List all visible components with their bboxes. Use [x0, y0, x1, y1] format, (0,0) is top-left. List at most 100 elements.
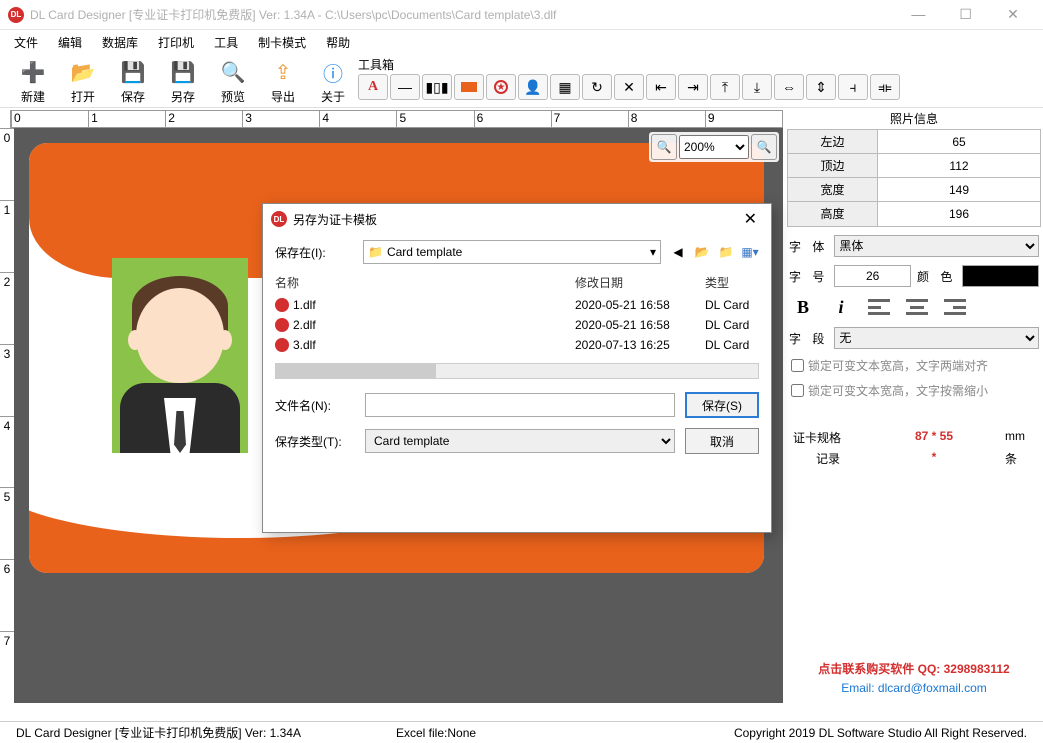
- lock-justify-checkbox[interactable]: 锁定可变文本宽高，文字两端对齐: [791, 357, 1037, 374]
- dialog-title: 另存为证卡模板: [293, 211, 377, 228]
- app-icon: DL: [8, 7, 24, 23]
- properties-panel: 照片信息 左边65 顶边112 宽度149 高度196 字 体黑体 字 号颜 色…: [785, 108, 1043, 703]
- rect-tool-button[interactable]: [454, 74, 484, 100]
- table-tool-button[interactable]: ▦: [550, 74, 580, 100]
- center-h-button[interactable]: ⇔: [774, 74, 804, 100]
- tool-open[interactable]: 📂打开: [58, 56, 108, 105]
- photo-tool-button[interactable]: 👤: [518, 74, 548, 100]
- menu-printer[interactable]: 打印机: [150, 32, 202, 53]
- info-grid: 左边65 顶边112 宽度149 高度196: [787, 129, 1041, 227]
- rotate-tool-button[interactable]: ↻: [582, 74, 612, 100]
- folder-icon: 📁: [368, 245, 383, 259]
- color-select[interactable]: [962, 265, 1039, 287]
- cancel-button[interactable]: 取消: [685, 428, 759, 454]
- savetype-select[interactable]: Card template: [365, 429, 675, 453]
- menu-cardmode[interactable]: 制卡模式: [250, 32, 314, 53]
- contact-qq[interactable]: 点击联系购买软件 QQ: 3298983112: [785, 660, 1043, 677]
- delete-tool-button[interactable]: ✕: [614, 74, 644, 100]
- plus-icon: ➕: [17, 56, 49, 88]
- distribute-h-button[interactable]: ⫞: [838, 74, 868, 100]
- new-folder-icon[interactable]: 📁: [717, 243, 735, 261]
- align-left-text-button[interactable]: [867, 295, 891, 319]
- save-icon: 💾: [117, 56, 149, 88]
- menu-database[interactable]: 数据库: [94, 32, 146, 53]
- height-value[interactable]: 196: [878, 202, 1040, 226]
- tool-export[interactable]: ⇪导出: [258, 56, 308, 105]
- dialog-titlebar[interactable]: DL 另存为证卡模板 ✕: [263, 204, 771, 234]
- close-button[interactable]: ✕: [991, 6, 1035, 23]
- file-row[interactable]: 3.dlf2020-07-13 16:25DL Card: [263, 335, 771, 355]
- zoom-out-button[interactable]: 🔍: [651, 134, 677, 160]
- menu-help[interactable]: 帮助: [318, 32, 358, 53]
- tool-saveas[interactable]: 💾另存: [158, 56, 208, 105]
- preview-icon: 🔍: [217, 56, 249, 88]
- card-spec-value: 87 * 55: [863, 429, 1005, 446]
- lock-shrink-checkbox[interactable]: 锁定可变文本宽高，文字按需缩小: [791, 382, 1037, 399]
- saveas-dialog: DL 另存为证卡模板 ✕ 保存在(I): 📁Card template▾ ◀ 📂…: [262, 203, 772, 533]
- ruler-vertical: 01234567: [0, 128, 14, 703]
- file-icon: [275, 298, 289, 312]
- zoom-controls: 🔍 200% 🔍: [649, 132, 779, 162]
- status-mid: Excel file:None: [386, 726, 724, 740]
- align-left-button[interactable]: ⇤: [646, 74, 676, 100]
- dialog-close-button[interactable]: ✕: [738, 209, 763, 229]
- font-select[interactable]: 黑体: [834, 235, 1039, 257]
- size-input[interactable]: [834, 265, 911, 287]
- circle-tool-button[interactable]: ★: [486, 74, 516, 100]
- file-row[interactable]: 1.dlf2020-05-21 16:58DL Card: [263, 295, 771, 315]
- back-icon[interactable]: ◀: [669, 243, 687, 261]
- tool-preview[interactable]: 🔍预览: [208, 56, 258, 105]
- statusbar: DL Card Designer [专业证卡打印机免费版] Ver: 1.34A…: [0, 721, 1043, 743]
- zoom-select[interactable]: 200%: [679, 135, 749, 159]
- save-button[interactable]: 保存(S): [685, 392, 759, 418]
- view-menu-icon[interactable]: ▦▾: [741, 243, 759, 261]
- align-center-text-button[interactable]: [905, 295, 929, 319]
- tool-new[interactable]: ➕新建: [8, 56, 58, 105]
- window-title: DL Card Designer [专业证卡打印机免费版] Ver: 1.34A…: [30, 6, 556, 23]
- line-tool-button[interactable]: —: [390, 74, 420, 100]
- photo-info-title: 照片信息: [787, 108, 1041, 129]
- distribute-v-button[interactable]: ⟚: [870, 74, 900, 100]
- file-list-header: 名称修改日期类型: [263, 270, 771, 295]
- left-value[interactable]: 65: [878, 130, 1040, 153]
- top-value[interactable]: 112: [878, 154, 1040, 177]
- contact-info: 点击联系购买软件 QQ: 3298983112 Email: dlcard@fo…: [785, 660, 1043, 695]
- width-value[interactable]: 149: [878, 178, 1040, 201]
- align-bottom-button[interactable]: ⤓: [742, 74, 772, 100]
- up-folder-icon[interactable]: 📂: [693, 243, 711, 261]
- menu-file[interactable]: 文件: [6, 32, 46, 53]
- tool-about[interactable]: ⓘ关于: [308, 56, 358, 105]
- photo-placeholder[interactable]: [112, 258, 248, 453]
- maximize-button[interactable]: ☐: [944, 6, 988, 23]
- barcode-tool-button[interactable]: ▮▯▮: [422, 74, 452, 100]
- draw-toolbar: A — ▮▯▮ ★ 👤 ▦ ↻ ✕ ⇤ ⇥ ⤒ ⤓ ⇔ ⇕ ⫞ ⟚: [358, 72, 900, 102]
- menu-edit[interactable]: 编辑: [50, 32, 90, 53]
- align-top-button[interactable]: ⤒: [710, 74, 740, 100]
- folder-open-icon: 📂: [67, 56, 99, 88]
- info-icon: ⓘ: [317, 56, 349, 88]
- dialog-icon: DL: [271, 211, 287, 227]
- contact-email[interactable]: Email: dlcard@foxmail.com: [785, 681, 1043, 695]
- titlebar: DL DL Card Designer [专业证卡打印机免费版] Ver: 1.…: [0, 0, 1043, 30]
- menu-tools[interactable]: 工具: [206, 32, 246, 53]
- minimize-button[interactable]: —: [896, 6, 940, 22]
- file-icon: [275, 318, 289, 332]
- status-right: Copyright 2019 DL Software Studio All Ri…: [724, 726, 1037, 740]
- file-list-scrollbar[interactable]: [275, 363, 759, 379]
- align-right-button[interactable]: ⇥: [678, 74, 708, 100]
- center-v-button[interactable]: ⇕: [806, 74, 836, 100]
- save-location-combo[interactable]: 📁Card template▾: [363, 240, 661, 264]
- italic-button[interactable]: i: [829, 295, 853, 319]
- text-tool-button[interactable]: A: [358, 74, 388, 100]
- window-controls: — ☐ ✕: [896, 6, 1035, 23]
- tool-save[interactable]: 💾保存: [108, 56, 158, 105]
- align-right-text-button[interactable]: [943, 295, 967, 319]
- toolbox-label: 工具箱: [358, 56, 394, 73]
- file-list: 1.dlf2020-05-21 16:58DL Card 2.dlf2020-0…: [263, 295, 771, 355]
- field-select[interactable]: 无: [834, 327, 1039, 349]
- filename-input[interactable]: [365, 393, 675, 417]
- bold-button[interactable]: B: [791, 295, 815, 319]
- zoom-in-button[interactable]: 🔍: [751, 134, 777, 160]
- file-row[interactable]: 2.dlf2020-05-21 16:58DL Card: [263, 315, 771, 335]
- ruler-horizontal: 0123456789: [10, 110, 783, 128]
